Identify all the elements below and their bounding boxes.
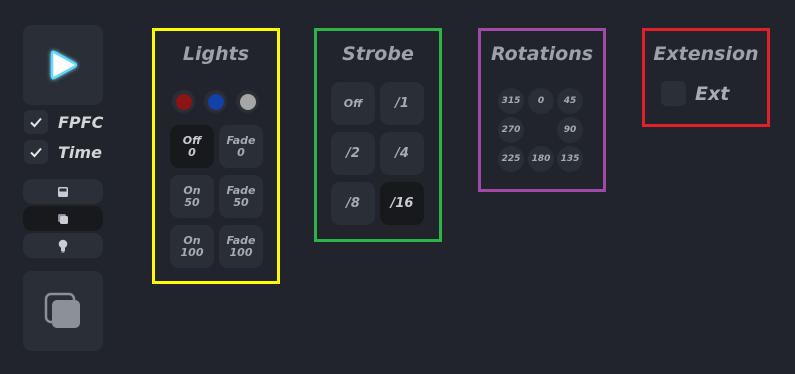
button-label: Off [182, 133, 202, 147]
fpfc-toggle[interactable]: FPFC [24, 110, 103, 134]
lights-fade-0-button[interactable]: Fade 0 [219, 125, 263, 168]
lights-on-50-button[interactable]: On 50 [170, 175, 214, 218]
rotation-270-button[interactable]: 270 [498, 117, 524, 143]
button-label: Fade [226, 183, 256, 197]
fpfc-checkbox[interactable] [24, 110, 48, 134]
button-label: On [183, 183, 201, 197]
button-value: 50 [233, 195, 249, 209]
rotation-135-button[interactable]: 135 [557, 146, 583, 172]
rotation-180-button[interactable]: 180 [528, 146, 554, 172]
rotation-0-button[interactable]: 0 [528, 88, 554, 114]
button-label: On [183, 233, 201, 247]
layers-button[interactable] [23, 271, 103, 351]
strobe-2-button[interactable]: /2 [331, 132, 375, 175]
strobe-title: Strobe [342, 43, 414, 65]
lightbulb-icon [58, 239, 68, 252]
lights-on-100-button[interactable]: On 100 [170, 225, 214, 268]
button-value: 100 [229, 245, 253, 259]
mode-button-2[interactable] [23, 206, 103, 231]
lights-fade-50-button[interactable]: Fade 50 [219, 175, 263, 218]
button-value: 50 [184, 195, 200, 209]
lights-off-0-button[interactable]: Off 0 [170, 125, 214, 168]
time-toggle[interactable]: Time [24, 140, 102, 164]
strobe-1-button[interactable]: /1 [380, 82, 424, 125]
ext-label: Ext [695, 82, 730, 105]
strobe-16-button[interactable]: /16 [380, 182, 424, 225]
lights-fade-100-button[interactable]: Fade 100 [219, 225, 263, 268]
rotation-315-button[interactable]: 315 [498, 88, 524, 114]
extension-panel: Extension Ext [642, 28, 770, 127]
ext-checkbox[interactable] [661, 81, 686, 106]
copy-icon [58, 213, 68, 224]
color-white-button[interactable] [236, 90, 259, 113]
strobe-8-button[interactable]: /8 [331, 182, 375, 225]
strobe-4-button[interactable]: /4 [380, 132, 424, 175]
check-icon [30, 117, 42, 128]
button-value: 100 [180, 245, 204, 259]
time-label: Time [58, 142, 102, 162]
rotations-title: Rotations [490, 43, 594, 65]
check-icon [30, 147, 42, 158]
rotation-90-button[interactable]: 90 [557, 117, 583, 143]
rotation-225-button[interactable]: 225 [498, 146, 524, 172]
rotation-45-button[interactable]: 45 [557, 88, 583, 114]
time-checkbox[interactable] [24, 140, 48, 164]
color-red-button[interactable] [172, 90, 195, 113]
color-blue-button[interactable] [204, 90, 227, 113]
button-label: Fade [226, 233, 256, 247]
extension-title: Extension [653, 43, 759, 65]
window-icon [58, 186, 68, 197]
button-value: 0 [237, 145, 245, 159]
lights-panel: Lights Off 0 Fade 0 On 50 Fade 50 On 100… [152, 28, 280, 284]
rotations-panel: Rotations 315 0 45 270 90 225 180 135 [478, 28, 606, 192]
mode-button-1[interactable] [23, 179, 103, 204]
lights-title: Lights [182, 43, 250, 65]
fpfc-label: FPFC [58, 112, 104, 132]
mode-button-3[interactable] [23, 233, 103, 258]
strobe-panel: Strobe Off /1 /2 /4 /8 /16 [314, 28, 442, 242]
layers-icon [44, 292, 80, 328]
strobe-off-button[interactable]: Off [331, 82, 375, 125]
play-icon [50, 50, 78, 80]
button-value: 0 [188, 145, 196, 159]
ext-toggle[interactable]: Ext [661, 81, 729, 106]
play-button[interactable] [23, 25, 103, 105]
button-label: Fade [226, 133, 256, 147]
